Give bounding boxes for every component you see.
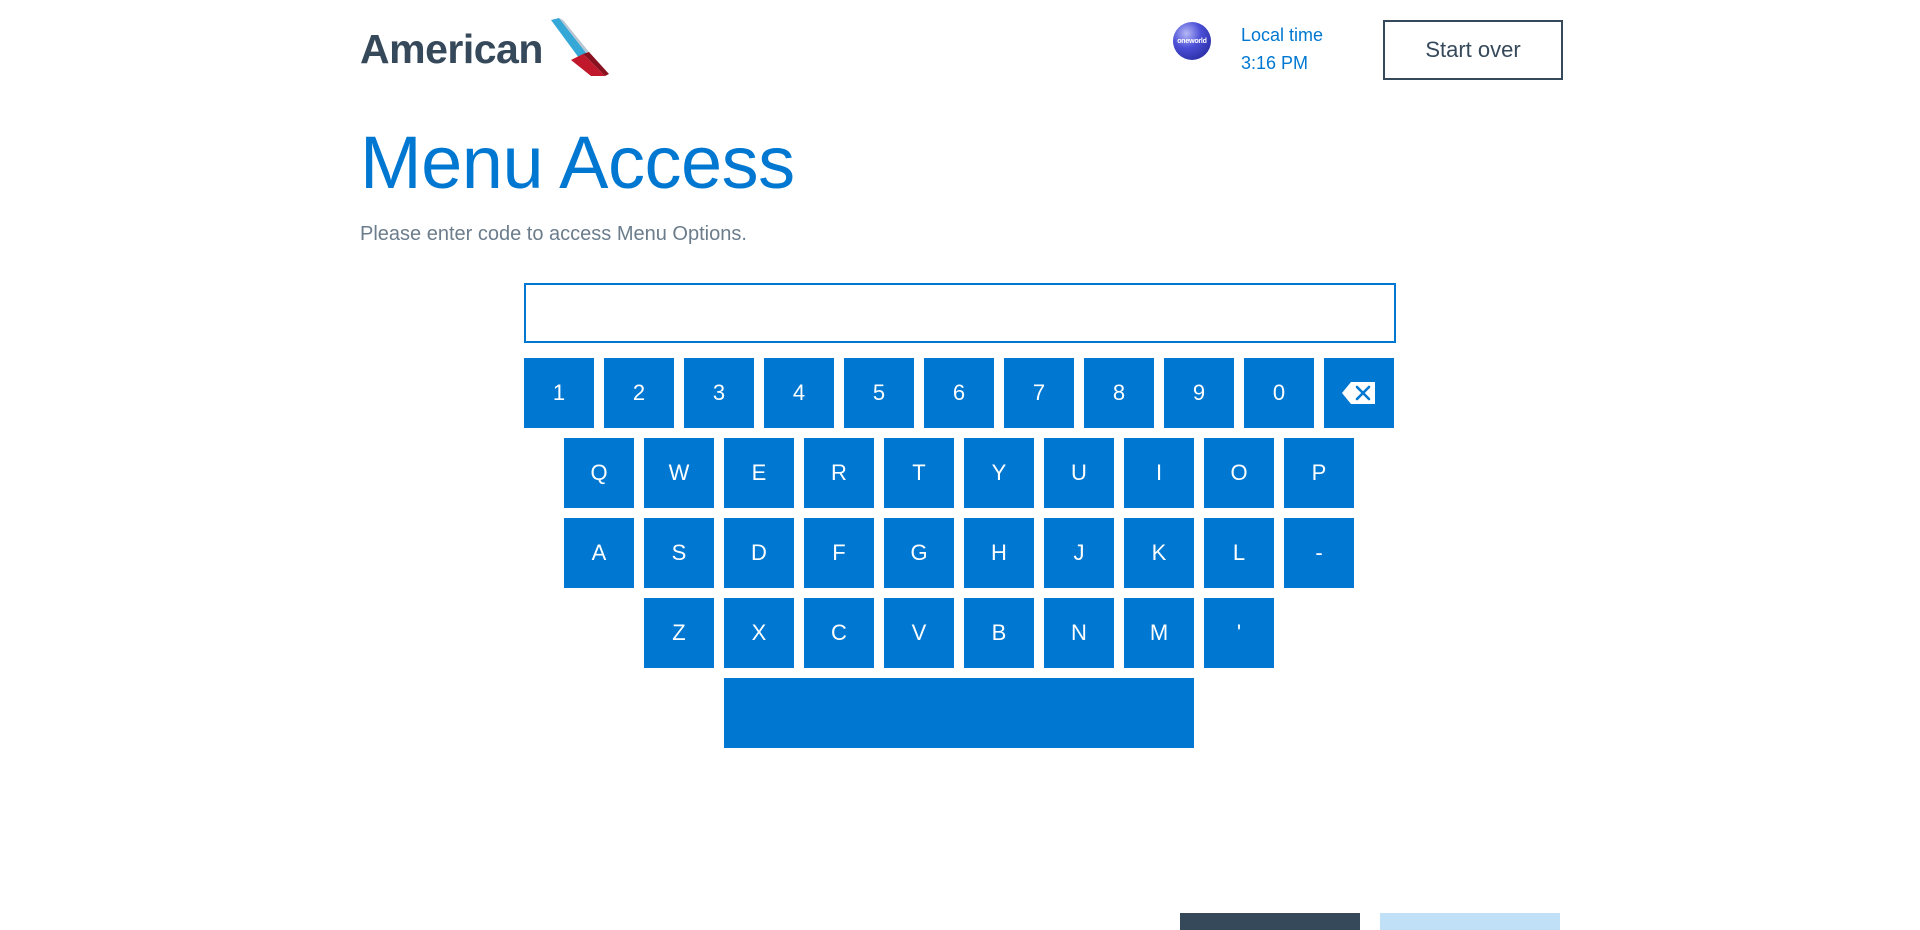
key-c[interactable]: C: [804, 598, 874, 668]
key-g[interactable]: G: [884, 518, 954, 588]
keyboard-row-asdf: A S D F G H J K L -: [564, 518, 1354, 588]
key-h[interactable]: H: [964, 518, 1034, 588]
keyboard-row-qwerty: Q W E R T Y U I O P: [564, 438, 1354, 508]
key-x[interactable]: X: [724, 598, 794, 668]
key-w[interactable]: W: [644, 438, 714, 508]
key-apostrophe[interactable]: ': [1204, 598, 1274, 668]
key-0[interactable]: 0: [1244, 358, 1314, 428]
key-b[interactable]: B: [964, 598, 1034, 668]
key-6[interactable]: 6: [924, 358, 994, 428]
oneworld-icon: oneworld: [1173, 22, 1211, 60]
key-o[interactable]: O: [1204, 438, 1274, 508]
flight-symbol-icon: [550, 18, 609, 76]
key-s[interactable]: S: [644, 518, 714, 588]
key-1[interactable]: 1: [524, 358, 594, 428]
key-2[interactable]: 2: [604, 358, 674, 428]
key-5[interactable]: 5: [844, 358, 914, 428]
oneworld-label: oneworld: [1177, 37, 1207, 45]
key-u[interactable]: U: [1044, 438, 1114, 508]
key-e[interactable]: E: [724, 438, 794, 508]
key-m[interactable]: M: [1124, 598, 1194, 668]
logo-wordmark: American: [360, 26, 543, 72]
start-over-button[interactable]: Start over: [1383, 20, 1563, 80]
page-subtitle: Please enter code to access Menu Options…: [360, 223, 747, 245]
key-n[interactable]: N: [1044, 598, 1114, 668]
key-9[interactable]: 9: [1164, 358, 1234, 428]
code-input[interactable]: [524, 283, 1396, 343]
local-time-label: Local time: [1241, 25, 1324, 45]
keyboard-row-numbers: 1 2 3 4 5 6 7 8 9 0: [524, 358, 1394, 428]
key-4[interactable]: 4: [764, 358, 834, 428]
keyboard-row-zxcv: Z X C V B N M ': [644, 598, 1274, 668]
menu-access-page: American oneworld Local time 3:16 PM Sta…: [0, 0, 1920, 930]
space-key[interactable]: [724, 678, 1194, 748]
start-over-label: Start over: [1425, 37, 1521, 62]
key-p[interactable]: P: [1284, 438, 1354, 508]
page-title: Menu Access: [360, 121, 795, 204]
local-time: Local time 3:16 PM: [1241, 21, 1323, 77]
key-t[interactable]: T: [884, 438, 954, 508]
key-3[interactable]: 3: [684, 358, 754, 428]
american-airlines-logo: American: [360, 18, 611, 78]
key-l[interactable]: L: [1204, 518, 1274, 588]
bottom-light-button[interactable]: [1380, 913, 1560, 930]
key-8[interactable]: 8: [1084, 358, 1154, 428]
backspace-key[interactable]: [1324, 358, 1394, 428]
key-hyphen[interactable]: -: [1284, 518, 1354, 588]
key-j[interactable]: J: [1044, 518, 1114, 588]
key-a[interactable]: A: [564, 518, 634, 588]
bottom-dark-button[interactable]: [1180, 913, 1360, 930]
backspace-icon: [1342, 382, 1375, 404]
key-i[interactable]: I: [1124, 438, 1194, 508]
key-7[interactable]: 7: [1004, 358, 1074, 428]
key-v[interactable]: V: [884, 598, 954, 668]
local-time-value: 3:16 PM: [1241, 53, 1309, 73]
key-r[interactable]: R: [804, 438, 874, 508]
key-z[interactable]: Z: [644, 598, 714, 668]
key-q[interactable]: Q: [564, 438, 634, 508]
key-f[interactable]: F: [804, 518, 874, 588]
key-y[interactable]: Y: [964, 438, 1034, 508]
key-k[interactable]: K: [1124, 518, 1194, 588]
key-d[interactable]: D: [724, 518, 794, 588]
